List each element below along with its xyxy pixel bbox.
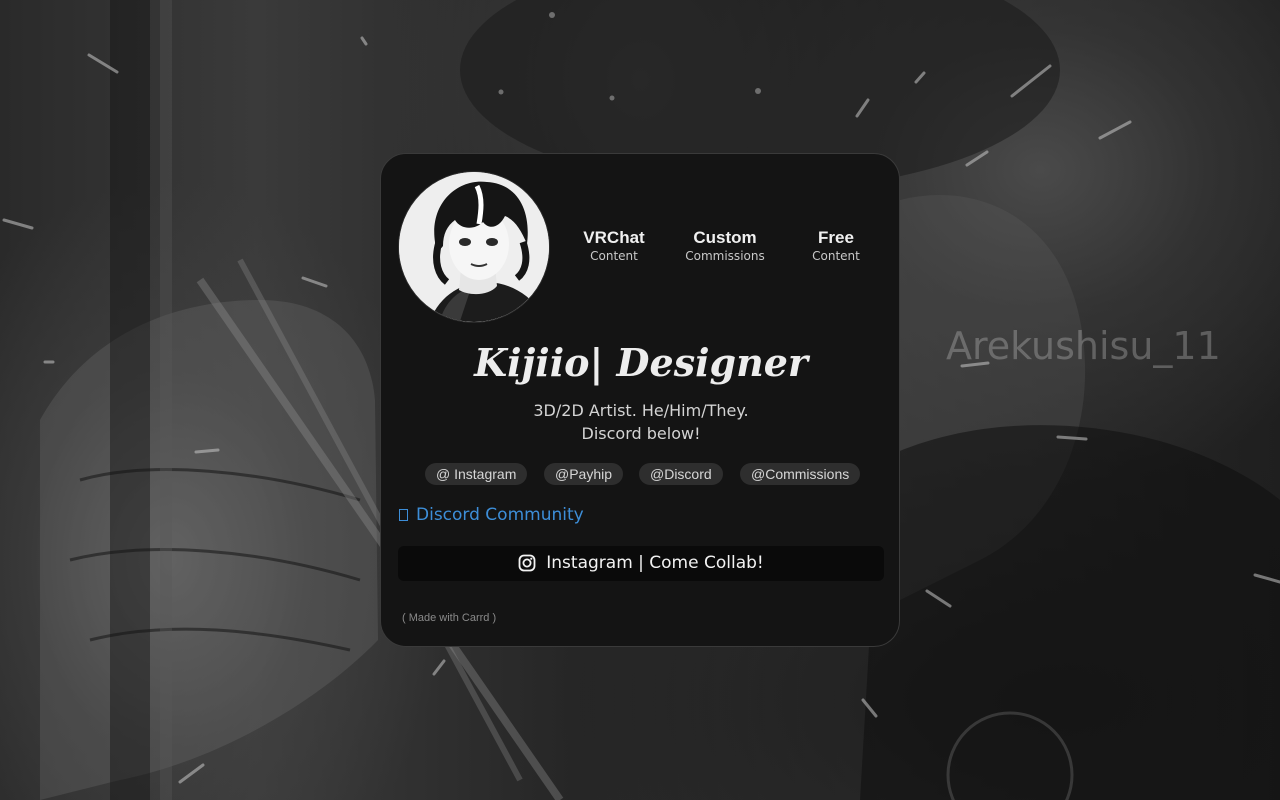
stat-free: Free Content xyxy=(781,227,891,264)
stat-sub-label: Content xyxy=(590,249,638,263)
instagram-button[interactable]: Instagram | Come Collab! xyxy=(398,546,884,581)
stat-sub-label: Commissions xyxy=(685,249,765,263)
stat-label: Custom xyxy=(693,228,757,247)
tag-instagram[interactable]: @ Instagram xyxy=(425,463,528,485)
tag-discord[interactable]: @Discord xyxy=(639,463,723,485)
stat-sub-label: Content xyxy=(812,249,860,263)
avatar xyxy=(398,171,550,323)
background-watermark: Arekushisu_11 xyxy=(946,324,1221,368)
bio: 3D/2D Artist. He/Him/They. Discord below… xyxy=(381,399,901,445)
stat-custom: Custom Commissions xyxy=(670,227,780,264)
bio-line: 3D/2D Artist. He/Him/They. xyxy=(533,401,749,420)
profile-card: VRChat Content Custom Commissions Free C… xyxy=(380,153,900,647)
instagram-button-label: Instagram | Come Collab! xyxy=(546,553,764,573)
discord-icon xyxy=(399,509,408,521)
made-with-carrd-link[interactable]: ( Made with Carrd ) xyxy=(402,611,496,625)
stat-vrchat: VRChat Content xyxy=(559,227,669,264)
discord-community-link[interactable]: Discord Community xyxy=(399,504,584,526)
instagram-icon xyxy=(518,554,536,572)
stat-label: VRChat xyxy=(583,228,645,247)
avatar-portrait-icon xyxy=(399,172,549,322)
page-title: Kijiio| Designer xyxy=(474,340,808,385)
stat-label: Free xyxy=(818,228,854,247)
tag-payhip[interactable]: @Payhip xyxy=(544,463,624,485)
tag-commissions[interactable]: @Commissions xyxy=(740,463,861,485)
bio-line: Discord below! xyxy=(581,424,701,443)
stats-row: VRChat Content Custom Commissions Free C… xyxy=(559,227,893,267)
discord-link-label: Discord Community xyxy=(416,505,584,525)
instagram-button-content: Instagram | Come Collab! xyxy=(398,546,884,581)
tag-row: @ Instagram @Payhip @Discord @Commission… xyxy=(381,463,901,487)
